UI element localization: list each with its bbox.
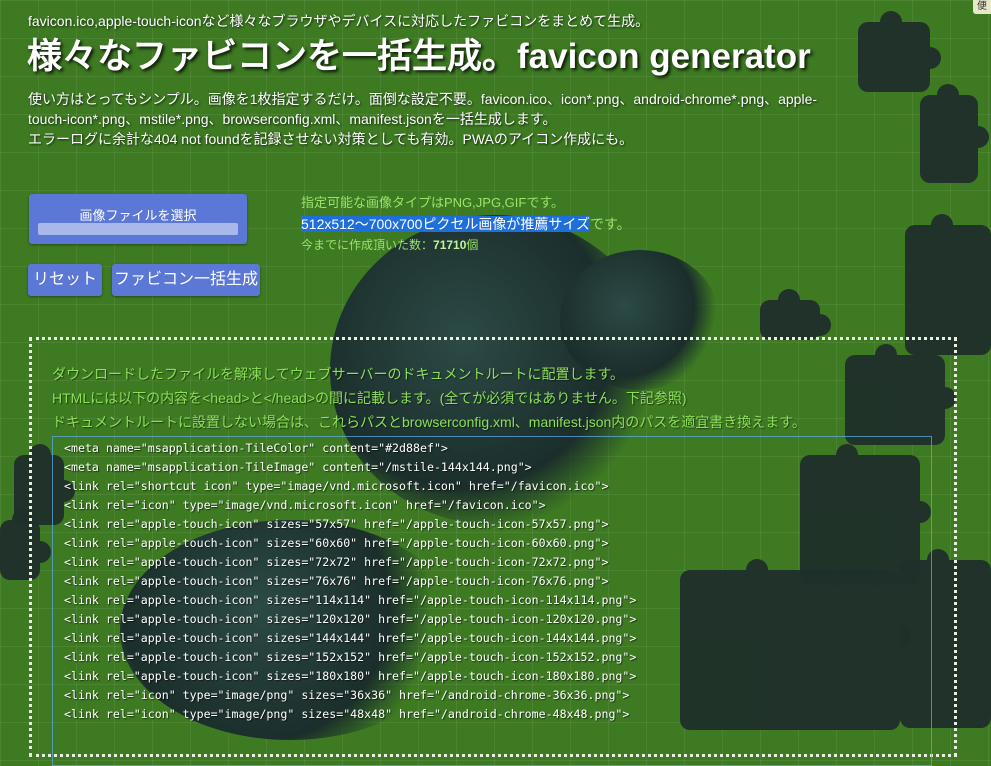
html-code-box[interactable]: <meta name="msapplication-TileColor" con… xyxy=(52,436,932,766)
code-line: <meta name="msapplication-TileColor" con… xyxy=(64,441,448,455)
file-progress-bar xyxy=(38,223,238,235)
code-line: <link rel="apple-touch-icon" sizes="76x7… xyxy=(64,574,609,588)
code-line: <link rel="apple-touch-icon" sizes="57x5… xyxy=(64,517,609,531)
upload-info: 指定可能な画像タイプはPNG,JPG,GIFです。 512x512～700x70… xyxy=(301,193,631,255)
count-unit: 個 xyxy=(466,238,479,252)
instruction-line: ドキュメントルートに設置しない場合は、これらパスとbrowserconfig.x… xyxy=(52,414,806,430)
code-line: <link rel="icon" type="image/png" sizes=… xyxy=(64,688,630,702)
code-line: <link rel="apple-touch-icon" sizes="180x… xyxy=(64,669,637,683)
image-types-note: 指定可能な画像タイプはPNG,JPG,GIFです。 xyxy=(301,195,565,210)
code-line: <link rel="apple-touch-icon" sizes="72x7… xyxy=(64,555,609,569)
choose-file-label: 画像ファイルを選択 xyxy=(79,208,197,223)
generation-count: 今までに作成頂いた数：71710個 xyxy=(301,235,631,255)
choose-file-button[interactable]: 画像ファイルを選択 xyxy=(29,194,247,244)
instruction-line: ダウンロードしたファイルを解凍してウェブサーバーのドキュメントルートに配置します… xyxy=(52,366,625,382)
intro-line: エラーログに余計な404 not foundを記録させない対策としても有効。PW… xyxy=(28,131,634,147)
code-line: <link rel="apple-touch-icon" sizes="144x… xyxy=(64,631,637,645)
count-value: 71710 xyxy=(433,238,467,252)
generate-favicons-button[interactable]: ファビコン一括生成 xyxy=(112,264,260,296)
code-line: <link rel="apple-touch-icon" sizes="152x… xyxy=(64,650,637,664)
intro-text: 使い方はとってもシンプル。画像を1枚指定するだけ。面倒な設定不要。favicon… xyxy=(28,89,928,149)
code-line: <link rel="icon" type="image/png" sizes=… xyxy=(64,707,630,721)
code-line: <meta name="msapplication-TileImage" con… xyxy=(64,460,532,474)
intro-line: touch-icon*.png、mstile*.png、browserconfi… xyxy=(28,111,557,127)
instruction-line: HTMLには以下の内容を<head>と</head>の間に記載します。(全てが必… xyxy=(52,390,687,406)
selected-text[interactable]: 512x512～700x700ピクセル画像が推薦サイズ xyxy=(301,216,591,232)
code-line: <link rel="apple-touch-icon" sizes="114x… xyxy=(64,593,637,607)
page-title: 様々なファビコンを一括生成。favicon generator xyxy=(27,37,811,76)
recommended-size-note: 512x512～700x700ピクセル画像が推薦サイズです。 xyxy=(301,213,631,235)
code-line: <link rel="apple-touch-icon" sizes="60x6… xyxy=(64,536,609,550)
instructions-text: ダウンロードしたファイルを解凍してウェブサーバーのドキュメントルートに配置します… xyxy=(52,362,806,434)
reset-button[interactable]: リセット xyxy=(28,264,102,296)
code-line: <link rel="icon" type="image/vnd.microso… xyxy=(64,498,546,512)
code-line: <link rel="shortcut icon" type="image/vn… xyxy=(64,479,609,493)
recommended-size-suffix: です。 xyxy=(590,216,631,232)
instructions-panel: ダウンロードしたファイルを解凍してウェブサーバーのドキュメントルートに配置します… xyxy=(29,337,957,766)
intro-line: 使い方はとってもシンプル。画像を1枚指定するだけ。面倒な設定不要。favicon… xyxy=(28,91,818,107)
code-line: <link rel="apple-touch-icon" sizes="120x… xyxy=(64,612,637,626)
count-label: 今までに作成頂いた数： xyxy=(301,238,434,252)
corner-tab[interactable]: 便 xyxy=(973,0,991,14)
